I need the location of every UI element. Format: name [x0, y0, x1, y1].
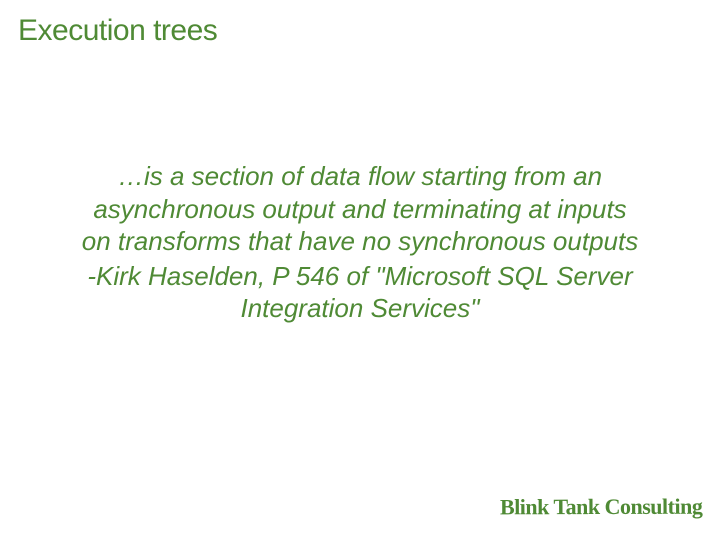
- footer-logo: Blink Tank Consulting: [500, 494, 702, 521]
- quote-attribution: -Kirk Haselden, P 546 of "Microsoft SQL …: [24, 260, 696, 325]
- slide: Execution trees …is a section of data fl…: [0, 0, 720, 540]
- slide-body: …is a section of data flow starting from…: [24, 160, 696, 325]
- quote-text: …is a section of data flow starting from…: [24, 160, 696, 258]
- slide-title: Execution trees: [18, 14, 217, 48]
